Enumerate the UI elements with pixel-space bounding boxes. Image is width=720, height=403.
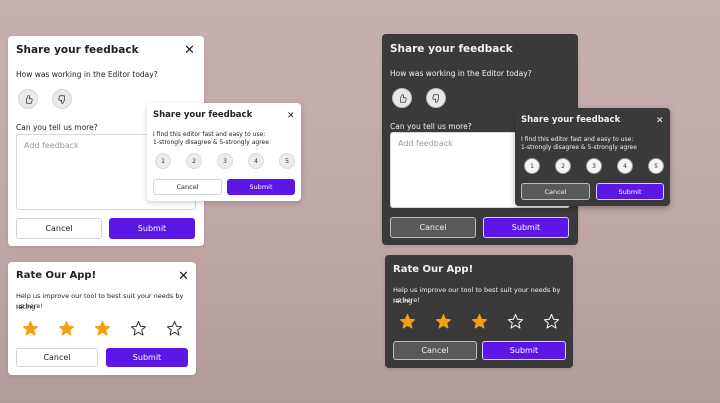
- scale-option-5[interactable]: 5: [648, 158, 664, 174]
- scale-option-2[interactable]: 2: [555, 158, 571, 174]
- scale-prompt-line2: 1-strongly disagree & 5-strongly agree: [521, 144, 637, 151]
- close-icon[interactable]: ✕: [656, 115, 664, 128]
- scale-option-1[interactable]: 1: [155, 153, 171, 169]
- close-icon[interactable]: ✕: [287, 110, 295, 123]
- tell-more-label: Can you tell us more?: [16, 123, 98, 132]
- feedback-title: Share your feedback: [16, 44, 139, 56]
- cancel-button[interactable]: Cancel: [153, 179, 222, 195]
- scale-option-3[interactable]: 3: [217, 153, 233, 169]
- cancel-button[interactable]: Cancel: [16, 348, 98, 367]
- star-icon[interactable]: [507, 313, 524, 334]
- cancel-button[interactable]: Cancel: [521, 183, 590, 200]
- star-icon[interactable]: [166, 320, 183, 341]
- tell-more-label: Can you tell us more?: [390, 122, 472, 131]
- rate-description-line2: us here!: [16, 302, 43, 310]
- rate-card-dark: Rate Our App! Help us improve our tool t…: [385, 255, 573, 368]
- thumbs-down-icon[interactable]: [426, 88, 446, 108]
- star-icon[interactable]: [543, 313, 560, 334]
- star-icon[interactable]: [22, 320, 39, 341]
- thumbs-down-icon[interactable]: [52, 89, 72, 109]
- star-icon[interactable]: [399, 313, 416, 334]
- submit-button[interactable]: Submit: [482, 341, 566, 360]
- scale-title: Share your feedback: [521, 115, 621, 125]
- scale-prompt-line2: 1-strongly disagree & 5-strongly agree: [153, 139, 269, 146]
- star-icon[interactable]: [435, 313, 452, 334]
- scale-option-3[interactable]: 3: [586, 158, 602, 174]
- cancel-button[interactable]: Cancel: [393, 341, 477, 360]
- scale-option-4[interactable]: 4: [617, 158, 633, 174]
- cancel-button[interactable]: Cancel: [390, 217, 476, 238]
- feedback-question: How was working in the Editor today?: [390, 69, 532, 78]
- rate-title: Rate Our App!: [393, 264, 474, 275]
- scale-card-dark: Share your feedback ✕ I find this editor…: [515, 108, 670, 206]
- rate-description-line1: Help us improve our tool to best suit yo…: [393, 286, 561, 305]
- scale-card-light: Share your feedback ✕ I find this editor…: [147, 103, 301, 201]
- rate-card-light: Rate Our App! ✕ Help us improve our tool…: [8, 262, 196, 375]
- feedback-question: How was working in the Editor today?: [16, 70, 158, 79]
- submit-button[interactable]: Submit: [227, 179, 295, 195]
- submit-button[interactable]: Submit: [483, 217, 569, 238]
- submit-button[interactable]: Submit: [106, 348, 188, 367]
- rate-description-line2: us here!: [393, 296, 420, 304]
- submit-button[interactable]: Submit: [109, 218, 195, 239]
- cancel-button[interactable]: Cancel: [16, 218, 102, 239]
- scale-option-1[interactable]: 1: [524, 158, 540, 174]
- scale-option-5[interactable]: 5: [279, 153, 295, 169]
- star-icon[interactable]: [471, 313, 488, 334]
- star-icon[interactable]: [130, 320, 147, 341]
- star-icon[interactable]: [94, 320, 111, 341]
- scale-option-2[interactable]: 2: [186, 153, 202, 169]
- rate-title: Rate Our App!: [16, 270, 97, 281]
- star-icon[interactable]: [58, 320, 75, 341]
- rate-description-line1: Help us improve our tool to best suit yo…: [16, 292, 184, 311]
- thumbs-up-icon[interactable]: [392, 88, 412, 108]
- feedback-title: Share your feedback: [390, 43, 513, 55]
- thumbs-up-icon[interactable]: [18, 89, 38, 109]
- scale-option-4[interactable]: 4: [248, 153, 264, 169]
- close-icon[interactable]: ✕: [184, 44, 195, 57]
- close-icon[interactable]: ✕: [178, 270, 189, 283]
- submit-button[interactable]: Submit: [596, 183, 664, 200]
- scale-title: Share your feedback: [153, 110, 253, 120]
